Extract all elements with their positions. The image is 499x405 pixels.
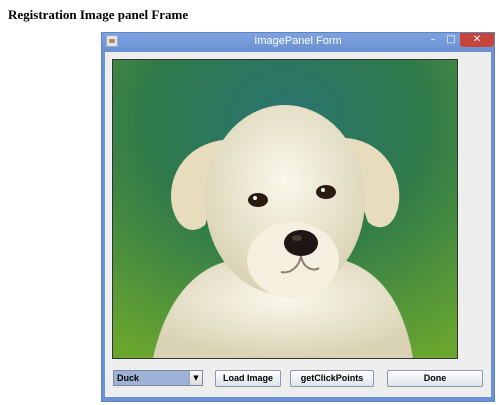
maximize-button[interactable]: □	[443, 33, 459, 47]
minimize-button[interactable]: –	[425, 33, 441, 47]
close-button[interactable]: ✕	[460, 33, 494, 47]
page-caption: Registration Image panel Frame	[8, 7, 189, 22]
title-bar[interactable]: ImagePanel Form – □ ✕	[102, 33, 494, 51]
form-client-area: Duck ▼ Load Image getClickPoints Done	[105, 52, 491, 397]
imagepanel-window: ImagePanel Form – □ ✕ Duck ▼ Load Image …	[101, 32, 495, 402]
get-click-points-button[interactable]: getClickPoints	[290, 370, 374, 387]
combo-selected-value: Duck	[114, 371, 190, 385]
image-select-combo[interactable]: Duck ▼	[113, 370, 203, 386]
image-panel[interactable]	[112, 59, 458, 359]
puppy-image	[113, 60, 457, 358]
load-image-button[interactable]: Load Image	[215, 370, 281, 387]
chevron-down-icon[interactable]: ▼	[189, 371, 202, 385]
done-button[interactable]: Done	[387, 370, 483, 387]
